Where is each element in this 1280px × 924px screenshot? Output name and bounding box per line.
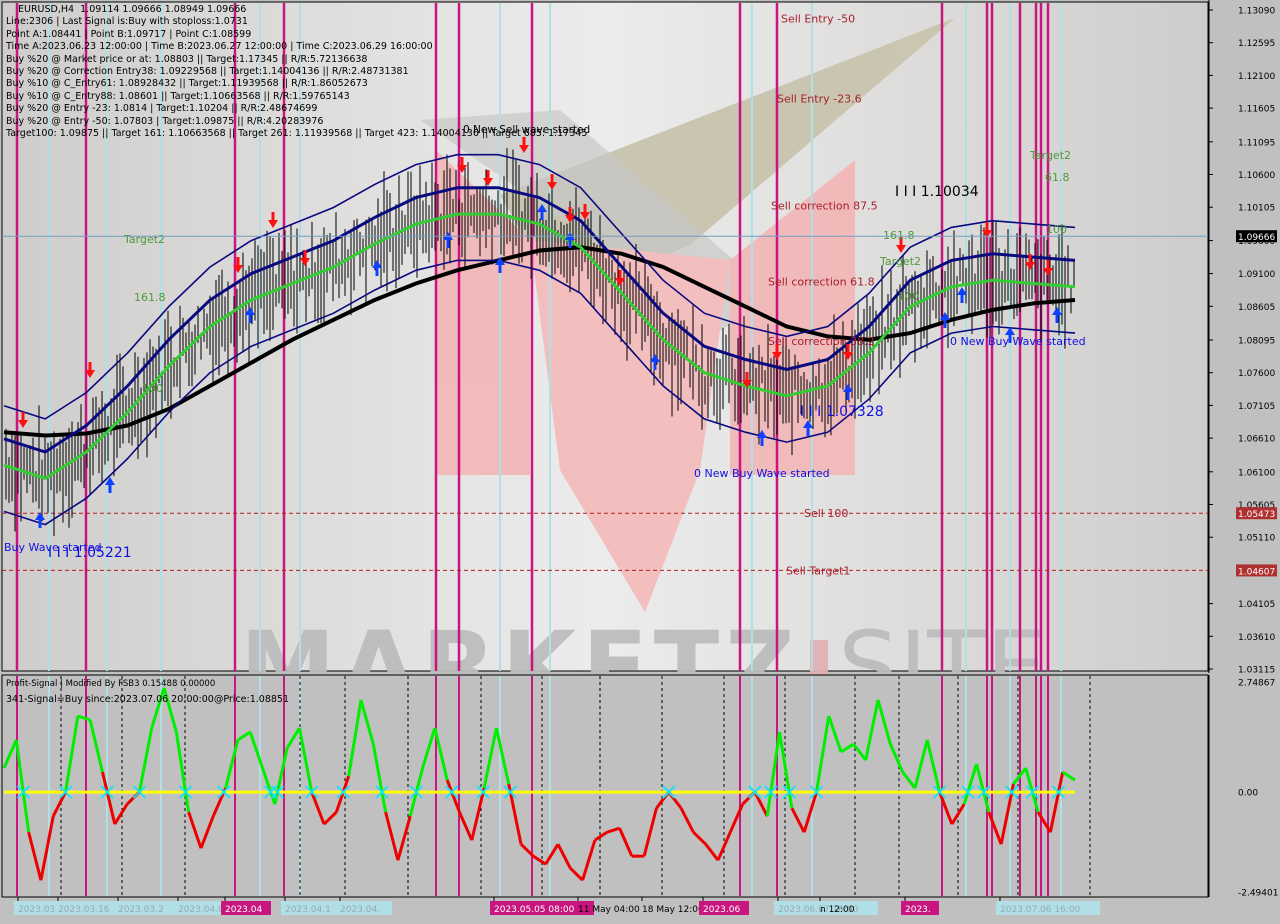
price-tick-label: 1.07600 xyxy=(1238,369,1275,379)
sell-level-label: Sell correction 87.5 xyxy=(771,200,878,213)
sell-level-label: Sell Entry -23.6 xyxy=(777,93,862,106)
sell-level-label: Sell Target1 xyxy=(786,564,850,577)
target-label: 161.8 xyxy=(134,291,166,304)
wave-label: I I I 1.07328 xyxy=(800,404,884,420)
time-tick-label: n 12:00 xyxy=(820,905,855,915)
price-tick-label: 1.05110 xyxy=(1238,534,1275,544)
target-label: Target2 xyxy=(1029,149,1071,162)
level-price-tag-label: 1.04607 xyxy=(1238,567,1275,577)
indicator-title: Profit-Signal | Modified By FSB3 0.15488… xyxy=(6,679,216,689)
time-tick-label: 2023.06 xyxy=(703,905,740,915)
indicator-info: Profit-Signal | Modified By FSB3 0.15488… xyxy=(6,678,289,710)
price-tick-label: 1.12595 xyxy=(1238,39,1275,49)
indicator-signal: 341-Signal=Buy since:2023.07.06 20:00:00… xyxy=(6,694,290,705)
price-tick-label: 1.08095 xyxy=(1238,336,1275,346)
target-label: 61.8 xyxy=(1045,171,1070,184)
wave-label: 0 New Buy Wave started xyxy=(950,335,1086,348)
sell-level-label: Sell Entry -50 xyxy=(781,13,855,26)
time-tick-label: 2023.07.06 16:00 xyxy=(1000,905,1081,915)
level-price-tag-label: 1.05473 xyxy=(1238,510,1275,520)
time-tick-label: 2023.03.16 xyxy=(58,905,110,915)
wave-label: I I I 1.05221 xyxy=(48,545,132,561)
time-tick-label: 2023.03.2 xyxy=(118,905,164,915)
mt4-chart-window: MARKETZ SITE Sell Entry -50 Sell Entry -2… xyxy=(0,0,1280,920)
wave-label: I I I 1.10034 xyxy=(895,184,979,200)
sell-level-label: Sell correction 38.2 xyxy=(768,335,875,348)
price-tick-label: 1.10600 xyxy=(1238,171,1275,181)
price-tick-label: 1.11095 xyxy=(1238,138,1275,148)
time-tick-label: 2023.04. xyxy=(340,905,380,915)
indicator-tick-label: 0.00 xyxy=(1238,789,1258,799)
target-label: 100 xyxy=(142,382,163,395)
price-tick-label: 1.11605 xyxy=(1238,105,1275,115)
indicator-tick-label: -2.49401 xyxy=(1238,889,1278,899)
target-label: Target2 xyxy=(123,233,165,246)
price-tick-label: 1.13090 xyxy=(1238,7,1275,17)
current-price-tag-label: 1.09666 xyxy=(1238,233,1275,243)
price-tick-label: 1.06100 xyxy=(1238,468,1275,478)
wave-label: 0 New Buy Wave started xyxy=(694,467,830,480)
chart-canvas[interactable]: MARKETZ SITE Sell Entry -50Sell Entry -2… xyxy=(0,0,1280,920)
time-tick-label: 2023.05.05 08:00 xyxy=(494,905,575,915)
sell-level-label: Sell 100 xyxy=(804,507,848,520)
time-tick-label: 2023.04 xyxy=(225,905,262,915)
time-tick-label: 18 May 12:00 xyxy=(642,905,704,915)
price-tick-label: 1.09100 xyxy=(1238,270,1275,280)
price-tick-label: 1.03610 xyxy=(1238,633,1275,643)
price-tick-label: 1.08605 xyxy=(1238,303,1275,313)
time-tick-label: 2023.04.0 xyxy=(178,905,224,915)
target-label: 100 xyxy=(1046,223,1067,236)
price-tick-label: 1.04105 xyxy=(1238,600,1275,610)
price-tick-label: 1.12100 xyxy=(1238,72,1275,82)
time-tick-label: 2023. xyxy=(905,905,931,915)
wave-label: 0 New Sell wave started xyxy=(463,124,590,136)
time-tick-label: 2023.03 xyxy=(18,905,55,915)
price-tick-label: 1.07105 xyxy=(1238,402,1275,412)
indicator-tick-label: 2.74867 xyxy=(1238,679,1275,689)
indicator-axis-ticks: 2.74867 0.00 -2.49401 xyxy=(1208,675,1278,899)
price-tick-label: 1.06610 xyxy=(1238,435,1275,445)
sell-level-label: Sell correction 61.8 xyxy=(768,276,875,289)
time-tick-label: 11 May 04:00 xyxy=(578,905,640,915)
price-tick-label: 1.10105 xyxy=(1238,204,1275,214)
target-label: 100 xyxy=(898,290,919,303)
time-tick-label: 2023.04.1 xyxy=(285,905,331,915)
target-label: 161.8 xyxy=(883,229,915,242)
target-label: Target2 xyxy=(879,255,921,268)
price-tick-label: 1.03115 xyxy=(1238,666,1275,676)
